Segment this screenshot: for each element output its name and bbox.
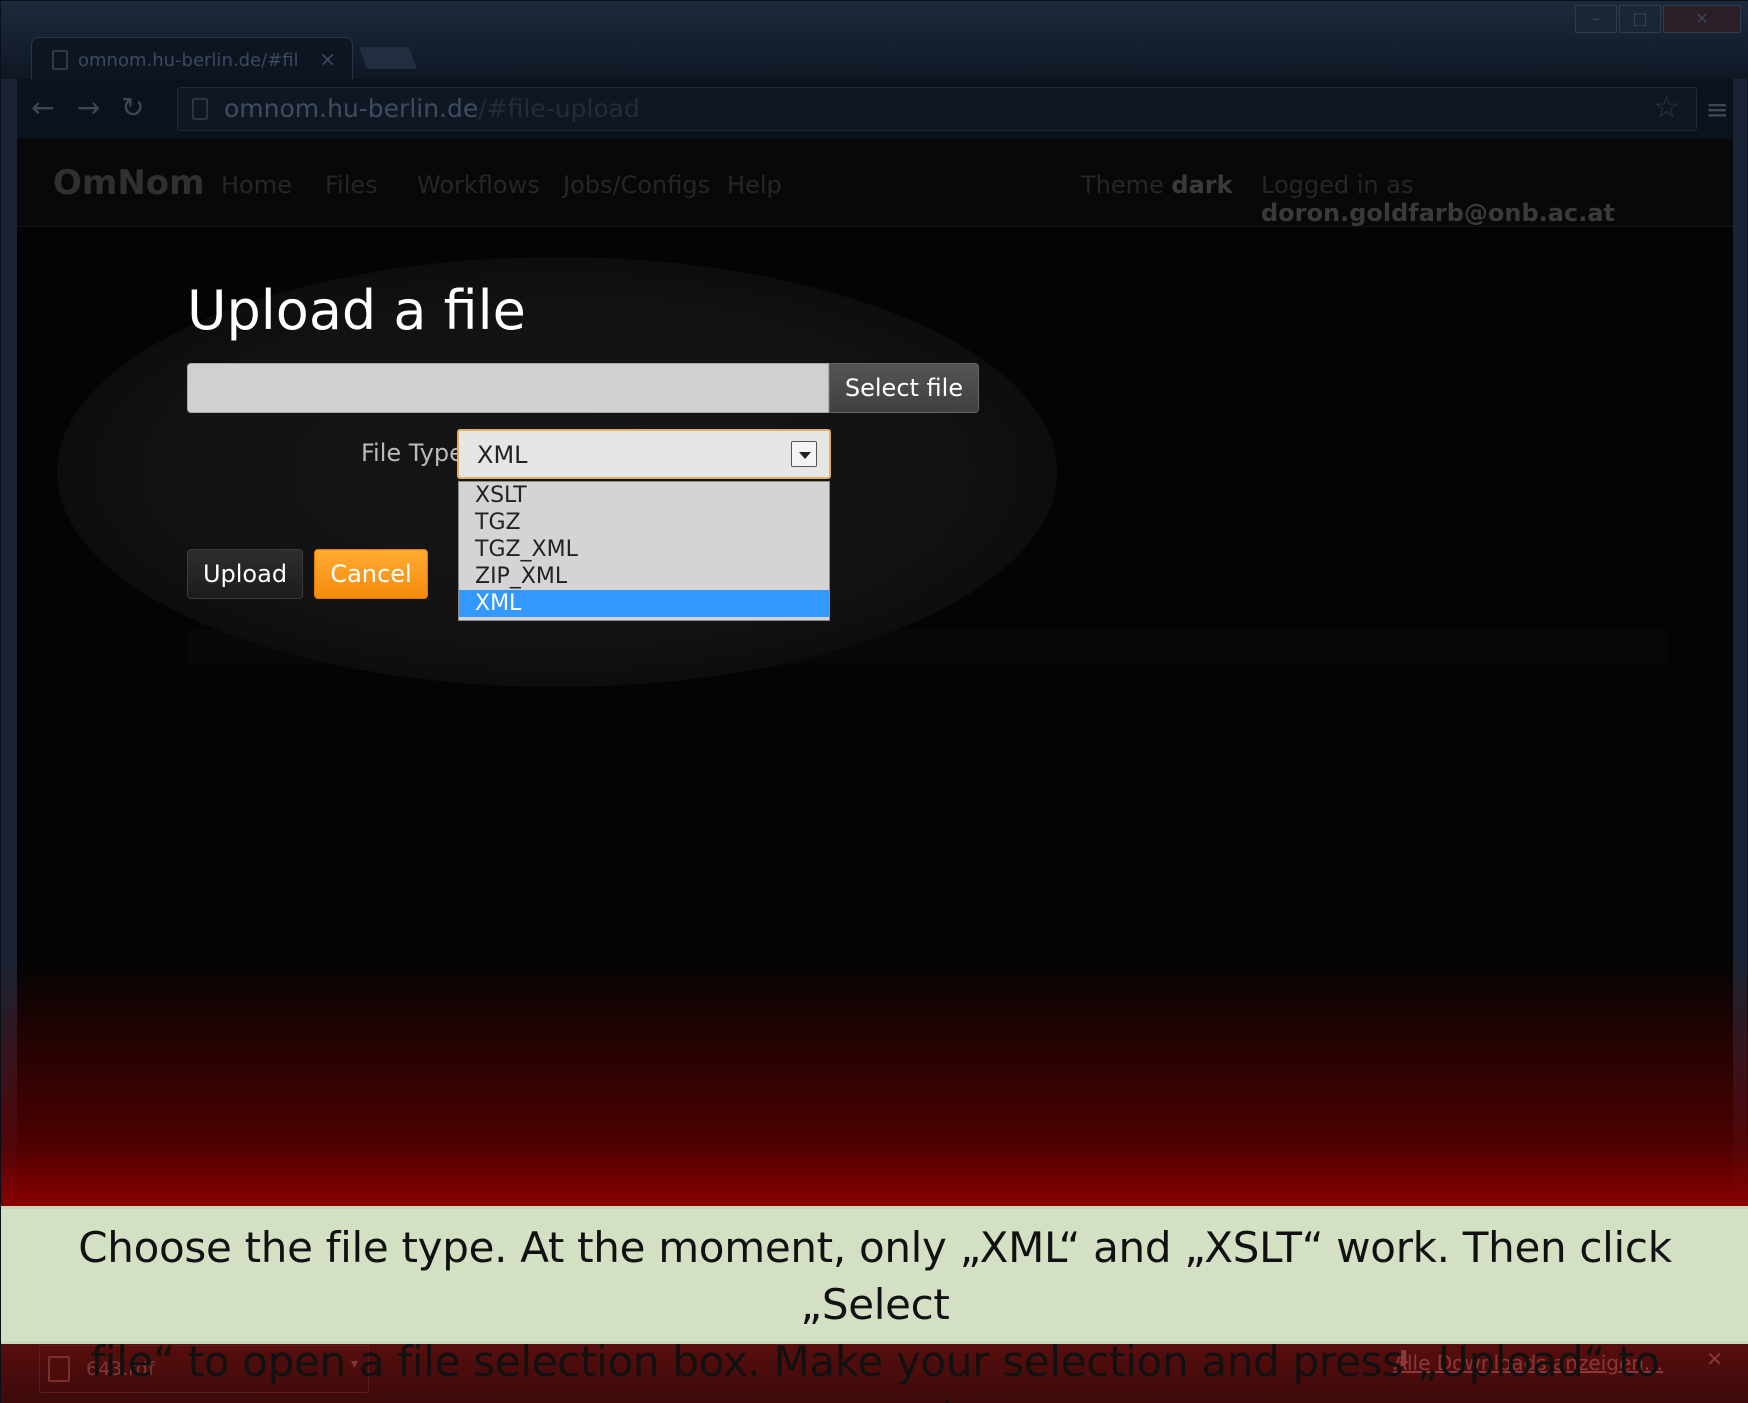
site-navbar: OmNom Home Files Workflows Jobs/Configs … [17, 139, 1733, 227]
theme-switch[interactable]: Theme dark [1081, 171, 1233, 199]
file-type-select[interactable]: XML [457, 429, 831, 479]
close-window-icon[interactable]: ✕ [1663, 5, 1741, 33]
browser-window: omnom.hu-berlin.de/#fil × – □ ✕ ← → ↻ om… [0, 0, 1748, 1403]
nav-link-help[interactable]: Help [727, 171, 782, 199]
menu-icon[interactable]: ≡ [1706, 93, 1729, 126]
option-xml[interactable]: XML [459, 590, 829, 617]
back-arrow-icon[interactable]: ← [31, 91, 54, 124]
minimize-icon[interactable]: – [1575, 5, 1617, 33]
reload-icon[interactable]: ↻ [121, 91, 144, 124]
select-file-button[interactable]: Select file [829, 363, 979, 413]
theme-value: dark [1171, 171, 1233, 199]
site-brand[interactable]: OmNom [53, 163, 205, 203]
option-zip-xml[interactable]: ZIP_XML [459, 563, 829, 590]
chevron-down-icon[interactable] [791, 441, 817, 467]
upload-button[interactable]: Upload [187, 549, 303, 599]
url-path: /#file-upload [478, 94, 640, 123]
login-info[interactable]: Logged in as doron.goldfarb@onb.ac.at [1261, 171, 1733, 227]
close-tab-icon[interactable]: × [319, 47, 336, 71]
option-tgz[interactable]: TGZ [459, 509, 829, 536]
login-label: Logged in as [1261, 171, 1414, 199]
option-xslt[interactable]: XSLT [459, 482, 829, 509]
file-type-dropdown-list: XSLT TGZ TGZ_XML ZIP_XML XML [458, 481, 830, 621]
option-tgz-xml[interactable]: TGZ_XML [459, 536, 829, 563]
red-gradient-overlay [1, 961, 1748, 1206]
file-path-field[interactable] [187, 363, 829, 413]
browser-tab[interactable]: omnom.hu-berlin.de/#fil × [31, 37, 353, 81]
window-controls: – □ ✕ [1575, 5, 1741, 33]
theme-label: Theme [1081, 171, 1172, 199]
page-title: Upload a file [187, 279, 526, 342]
tab-strip: omnom.hu-berlin.de/#fil × – □ ✕ [1, 1, 1748, 81]
instruction-caption: Choose the file type. At the moment, onl… [1, 1206, 1748, 1403]
address-bar[interactable]: omnom.hu-berlin.de/#file-upload ☆ [177, 87, 1697, 131]
maximize-icon[interactable]: □ [1619, 5, 1661, 33]
tab-title: omnom.hu-berlin.de/#fil [78, 50, 299, 71]
url-domain: omnom.hu-berlin.de [224, 94, 479, 123]
browser-toolbar: ← → ↻ omnom.hu-berlin.de/#file-upload ☆ … [17, 79, 1733, 139]
caption-line-1: Choose the file type. At the moment, onl… [78, 1223, 1672, 1329]
page-icon [52, 50, 68, 70]
file-type-label: File Type [361, 439, 464, 467]
forward-arrow-icon[interactable]: → [77, 91, 100, 124]
file-type-selected-value: XML [477, 441, 528, 469]
bookmark-star-icon[interactable]: ☆ [1653, 90, 1680, 125]
login-user: doron.goldfarb@onb.ac.at [1261, 199, 1615, 227]
caption-line-2: file“ to open a file selection box. Make… [90, 1337, 1660, 1403]
nav-link-home[interactable]: Home [221, 171, 292, 199]
nav-link-workflows[interactable]: Workflows [417, 171, 540, 199]
nav-link-files[interactable]: Files [325, 171, 378, 199]
cancel-button[interactable]: Cancel [314, 549, 428, 599]
new-tab-button[interactable] [358, 47, 418, 69]
page-icon [192, 98, 208, 120]
nav-link-jobs-configs[interactable]: Jobs/Configs [563, 171, 710, 199]
